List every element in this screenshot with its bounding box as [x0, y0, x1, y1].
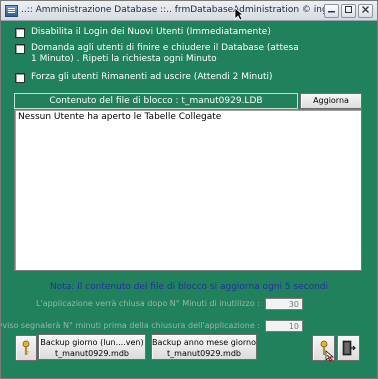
exit-door-icon: [342, 340, 356, 356]
backup-weekday-button[interactable]: Backup giorno (lun....ven) t_manut0929.m…: [38, 334, 146, 360]
maximize-button[interactable]: [341, 4, 356, 18]
database-administration-window: ..:: Amministrazione Database ::.. frmDa…: [0, 0, 378, 379]
option-ask-users-close[interactable]: Domanda agli utenti di finire e chiudere…: [15, 43, 301, 65]
refresh-button[interactable]: Aggiorna: [300, 93, 362, 109]
mouse-cursor-icon: [234, 7, 244, 21]
window-title: ..:: Amministrazione Database ::.. frmDa…: [21, 5, 331, 15]
force-logout-checkbox[interactable]: [15, 73, 25, 83]
exit-button[interactable]: [337, 335, 360, 361]
mouse-cursor-icon: [325, 350, 334, 362]
minimize-icon: [328, 11, 335, 13]
option-disable-login[interactable]: Disabilita il Login dei Nuovi Utenti (Im…: [15, 27, 351, 38]
key-icon: [22, 340, 30, 355]
key-left-button[interactable]: [15, 335, 37, 361]
refresh-note: Nota: Il contenuto del file di blocco si…: [49, 282, 329, 292]
inactivity-minutes-field[interactable]: 30: [265, 298, 303, 310]
backup-date-button[interactable]: Backup anno mese giorno t_manut0929.mdb: [151, 334, 257, 360]
warning-minutes-field[interactable]: 10: [265, 320, 303, 332]
window-controls: [324, 4, 373, 18]
lock-file-header: Contenuto del file di blocco : t_manut09…: [14, 93, 298, 109]
ask-users-close-checkbox[interactable]: [15, 44, 25, 54]
option-label: Domanda agli utenti di finire e chiudere…: [31, 43, 299, 64]
warning-minutes-label: Un avviso segnalerà N° minuti prima dell…: [0, 321, 260, 330]
lock-file-text: Nessun Utente ha aperto le Tabelle Colle…: [18, 112, 222, 122]
app-icon: [5, 5, 18, 17]
inactivity-minutes-label: L'applicazione verrà chiusa dopo N° Minu…: [36, 299, 260, 308]
option-label: Forza gli utenti Rimanenti ad uscire (At…: [31, 72, 273, 82]
option-force-logout[interactable]: Forza gli utenti Rimanenti ad uscire (At…: [15, 72, 351, 83]
option-label: Disabilita il Login dei Nuovi Utenti (Im…: [31, 27, 271, 37]
minimize-button[interactable]: [324, 4, 339, 18]
close-button[interactable]: [358, 4, 373, 18]
close-icon: [362, 6, 369, 13]
disable-login-checkbox[interactable]: [15, 28, 25, 38]
maximize-icon: [345, 6, 352, 13]
title-bar[interactable]: ..:: Amministrazione Database ::.. frmDa…: [1, 1, 377, 21]
lock-file-content[interactable]: Nessun Utente ha aperto le Tabelle Colle…: [14, 109, 362, 271]
